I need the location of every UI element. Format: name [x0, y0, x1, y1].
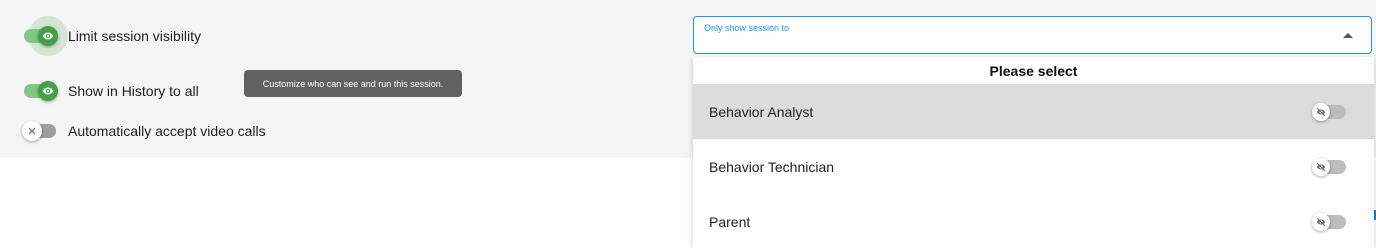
show-in-history-toggle[interactable]	[22, 81, 58, 101]
eye-off-icon	[1312, 157, 1330, 176]
behavior-analyst-toggle[interactable]	[1312, 102, 1346, 121]
eye-icon	[38, 81, 58, 101]
behavior-technician-toggle[interactable]	[1312, 157, 1346, 176]
visibility-dropdown: Please select Behavior Analyst Behavior …	[693, 57, 1374, 248]
select-label: Only show session to	[704, 23, 790, 33]
show-in-history-label: Show in History to all	[68, 83, 199, 99]
eye-icon	[38, 26, 58, 46]
limit-visibility-row: Limit session visibility	[22, 16, 202, 56]
option-behavior-analyst[interactable]: Behavior Analyst	[693, 84, 1374, 139]
auto-accept-video-row: Automatically accept video calls	[22, 121, 266, 141]
auto-accept-video-toggle[interactable]	[22, 121, 58, 141]
option-label: Behavior Technician	[709, 158, 835, 175]
parent-toggle[interactable]	[1312, 212, 1346, 231]
show-in-history-row: Show in History to all	[22, 81, 199, 101]
option-label: Parent	[709, 213, 751, 230]
close-icon	[22, 121, 42, 141]
dropdown-header: Please select	[989, 62, 1078, 79]
visibility-tooltip: Customize who can see and run this sessi…	[244, 70, 462, 97]
limit-visibility-label: Limit session visibility	[68, 28, 202, 44]
eye-off-icon	[1312, 102, 1330, 121]
chevron-up-icon[interactable]	[1343, 33, 1353, 38]
eye-off-icon	[1312, 212, 1330, 231]
auto-accept-video-label: Automatically accept video calls	[68, 123, 266, 139]
visibility-select[interactable]: Only show session to	[693, 16, 1372, 54]
option-behavior-technician[interactable]: Behavior Technician	[693, 139, 1374, 194]
option-label: Behavior Analyst	[709, 103, 814, 120]
limit-visibility-toggle[interactable]	[22, 16, 68, 56]
option-parent[interactable]: Parent	[693, 194, 1374, 248]
